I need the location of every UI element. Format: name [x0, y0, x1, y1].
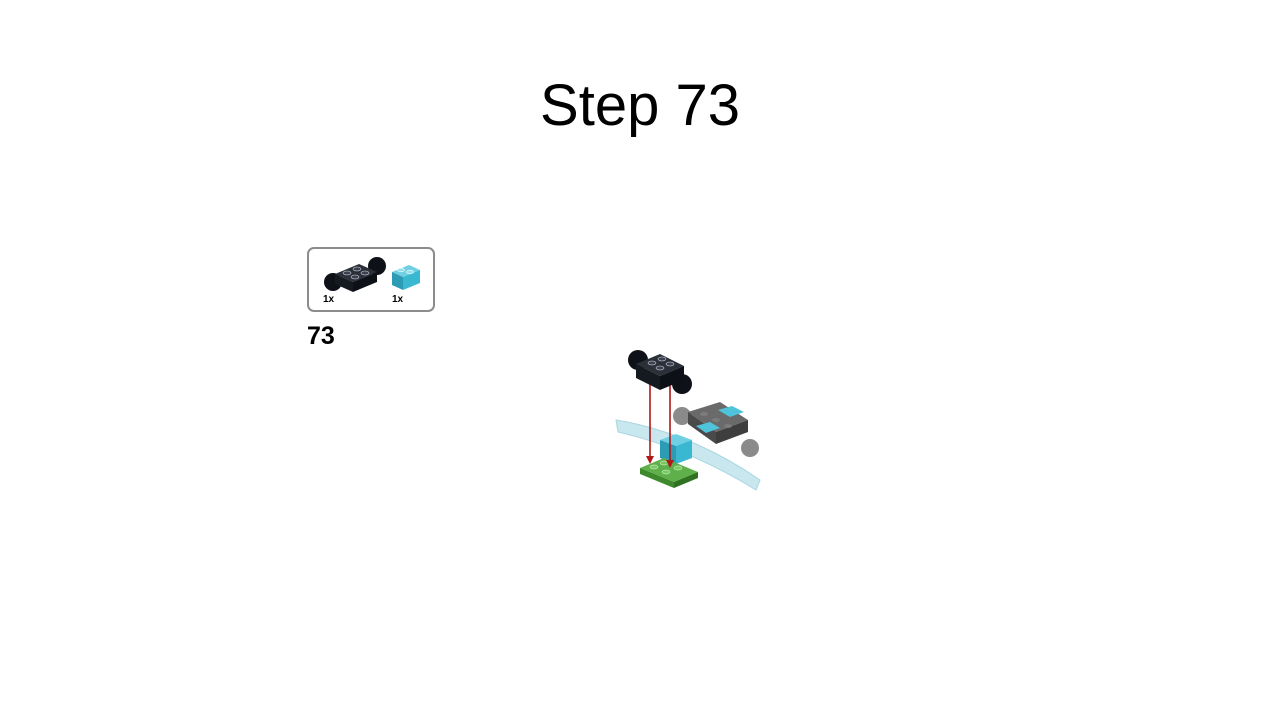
medium-azure-brick-1x2-icon [392, 265, 420, 290]
black-brick-2x2-with-ball-joints-icon [324, 257, 386, 292]
assembly-illustration [615, 350, 761, 491]
step-number: 73 [307, 322, 335, 350]
parts-list-callout: 1x 1x [307, 247, 435, 312]
slide-title: Step 73 [540, 73, 740, 138]
black-brick-with-ball-joints-new [628, 350, 692, 394]
part-quantity-black: 1x [323, 294, 335, 305]
part-quantity-azure: 1x [392, 294, 404, 305]
